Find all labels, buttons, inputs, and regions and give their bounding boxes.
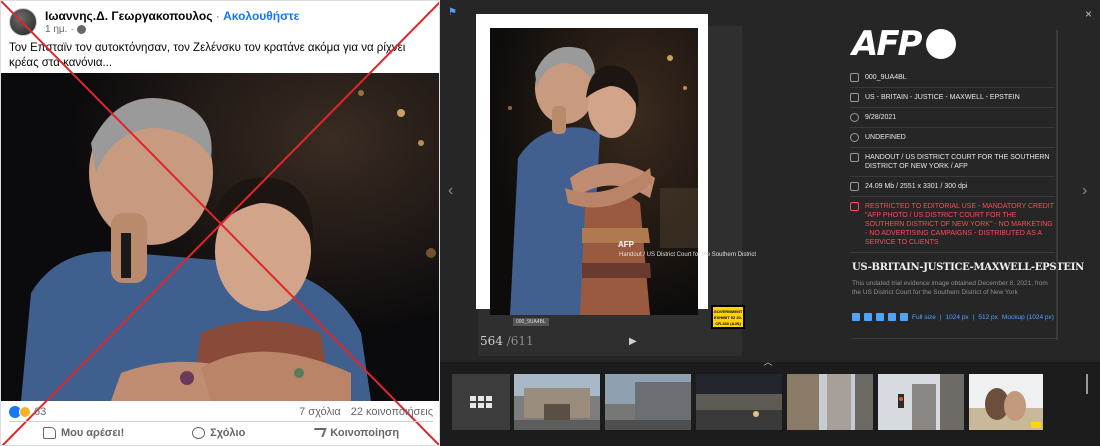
globe-icon: [850, 133, 859, 142]
meta-restriction: RESTRICTED TO EDITORIAL USE - MANDATORY …: [850, 197, 1055, 253]
afp-logo: AFP: [852, 27, 957, 61]
facebook-post: Ιωαννης.Δ. Γεωργακοπουλος · Ακολουθήστε …: [0, 0, 440, 446]
meta-keywords: US - BRITAIN - JUSTICE - MAXWELL - EPSTE…: [850, 88, 1055, 108]
next-image-button[interactable]: ›: [1082, 182, 1087, 200]
comment-count[interactable]: 7 σχόλια: [299, 406, 341, 418]
warning-icon: [850, 202, 859, 211]
zoom-icon[interactable]: [888, 313, 896, 321]
photo-caption: This undated trial evidence image obtain…: [852, 280, 1048, 296]
evidence-photo[interactable]: [490, 28, 698, 315]
full-size-link[interactable]: Full size: [912, 314, 936, 321]
metadata-panel: 000_9UA4BL US - BRITAIN - JUSTICE - MAXW…: [850, 68, 1055, 253]
evidence-photo-image: [490, 28, 698, 315]
share-count[interactable]: 22 κοινοποιήσεις: [351, 406, 433, 418]
reaction-count: 63: [34, 406, 47, 418]
afp-watermark: AFP: [618, 240, 634, 249]
post-photo-image: [1, 73, 439, 401]
share-button[interactable]: Κοινοποίηση: [311, 427, 399, 439]
play-button[interactable]: ▶: [629, 336, 637, 347]
time-separator: ·: [70, 24, 74, 35]
mockup-link[interactable]: Mockup (1024 px): [1002, 314, 1054, 321]
post-actions: Μου αρέσει! Σχόλιο Κοινοποίηση: [9, 421, 433, 443]
globe-icon: [76, 25, 86, 34]
divider: [852, 338, 1057, 339]
avatar[interactable]: [9, 8, 37, 36]
haha-icon: [19, 406, 31, 418]
meta-location: UNDEFINED: [850, 128, 1055, 148]
afp-viewer: ⚑ × AFP Handout / US District Court for …: [440, 0, 1100, 446]
keyword-icon: [850, 93, 859, 102]
meta-size: 24.09 Mb / 2551 x 3301 / 300 dpi: [850, 177, 1055, 197]
comment-button[interactable]: Σχόλιο: [192, 426, 245, 439]
share-icon: [311, 428, 327, 437]
thumbnail[interactable]: [969, 374, 1043, 430]
exhibit-tag: GOVERNMENT EXHIBIT 52 20-CR-330 (AJN): [711, 305, 745, 329]
credit-icon: [850, 153, 859, 162]
image-id-tag: 000_9UA4BL: [513, 318, 549, 326]
id-icon: [850, 73, 859, 82]
handout-overlay: Handout / US District Court for the Sout…: [619, 252, 757, 258]
post-text: Τον Επσταϊν τον αυτοκτόνησαν, τον Ζελένσ…: [9, 42, 406, 69]
thumb-icon: [42, 426, 56, 439]
size-icon: [850, 182, 859, 191]
thumbnail-strip: [440, 362, 1100, 446]
post-time[interactable]: 1 ημ.: [45, 24, 67, 35]
download-icon[interactable]: [864, 313, 872, 321]
grid-view-button[interactable]: [452, 374, 510, 430]
thumbnail[interactable]: [514, 374, 600, 430]
post-photo[interactable]: [1, 73, 439, 401]
thumbnail[interactable]: [696, 374, 782, 430]
grid-icon: [470, 396, 492, 408]
meta-credit: HANDOUT / US DISTRICT COURT FOR THE SOUT…: [850, 148, 1055, 177]
thumbnail[interactable]: [878, 374, 964, 430]
download-1024-link[interactable]: 1024 px: [946, 314, 969, 321]
thumbnail[interactable]: [605, 374, 691, 430]
panel-scrollbar[interactable]: [1056, 30, 1058, 340]
strip-scrollbar[interactable]: [1086, 374, 1088, 394]
strip-toggle-button[interactable]: ︿: [760, 357, 776, 367]
close-button[interactable]: ×: [1085, 8, 1092, 20]
pin-icon[interactable]: ⚑: [448, 8, 458, 18]
like-button[interactable]: Μου αρέσει!: [42, 426, 124, 439]
meta-date: 9/28/2021: [850, 108, 1055, 128]
thumbnail[interactable]: [787, 374, 873, 430]
prev-image-button[interactable]: ‹: [448, 182, 453, 200]
photo-title: US-BRITAIN-JUSTICE-MAXWELL-EPSTEIN: [852, 262, 1084, 273]
follow-button[interactable]: Ακολουθήστε: [223, 9, 299, 23]
afp-logo-dot: [926, 29, 957, 59]
download-options: Full size | 1024 px | 512 px Mockup (102…: [852, 313, 1057, 321]
post-header: Ιωαννης.Δ. Γεωργακοπουλος · Ακολουθήστε …: [9, 7, 299, 37]
cart-icon[interactable]: [852, 313, 860, 321]
follow-separator: ·: [212, 9, 224, 23]
comment-icon: [192, 426, 206, 439]
clock-icon: [850, 113, 859, 122]
post-stats: 63 7 σχόλια 22 κοινοποιήσεις: [9, 404, 433, 420]
download-512-link[interactable]: 512 px: [978, 314, 998, 321]
image-counter: 564 /611: [480, 334, 534, 348]
meta-id: 000_9UA4BL: [850, 68, 1055, 88]
author-name[interactable]: Ιωαννης.Δ. Γεωργακοπουλος: [45, 9, 212, 23]
share-icon[interactable]: [876, 313, 884, 321]
info-icon[interactable]: [900, 313, 908, 321]
